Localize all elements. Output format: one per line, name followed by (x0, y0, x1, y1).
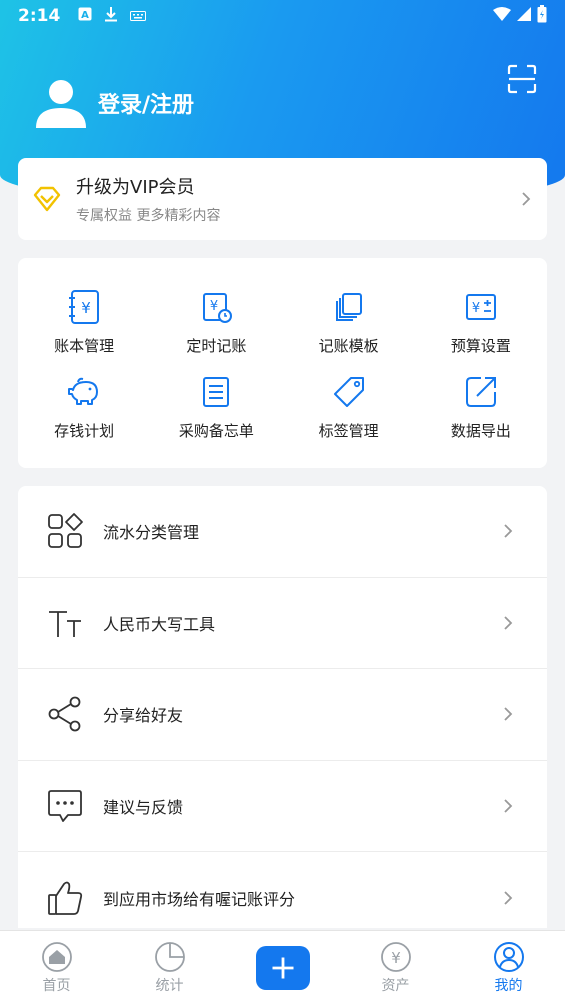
grid-label: 账本管理 (54, 337, 115, 355)
vip-title: 升级为VIP会员 (76, 177, 195, 198)
bottom-tab-bar: 首页 统计 ¥ 资产 我的 (0, 930, 565, 1004)
profile-icon (493, 941, 524, 972)
piggy-bank-icon (68, 377, 99, 405)
grid-item-budget[interactable]: ¥ 预算设置 (415, 280, 547, 365)
keyboard-icon (130, 6, 147, 26)
home-icon (41, 941, 72, 972)
share-icon (48, 696, 81, 732)
scan-icon[interactable] (507, 64, 537, 94)
tab-add[interactable] (226, 931, 339, 1004)
grid-label: 数据导出 (450, 422, 511, 440)
battery-icon (537, 4, 547, 28)
grid-label: 记账模板 (318, 337, 379, 355)
avatar-icon (36, 80, 86, 128)
list-item-label: 人民币大写工具 (103, 614, 216, 634)
settings-list: 流水分类管理 人民币大写工具 分享给好友 建议与反馈 到应用市场给有喔记账评分 (18, 486, 547, 928)
template-icon (335, 293, 362, 321)
status-bar: 2:14 A (0, 0, 565, 32)
tab-statistics[interactable]: 统计 (113, 931, 226, 1004)
chevron-right-icon (504, 524, 513, 538)
pie-chart-icon (154, 941, 185, 972)
login-entry[interactable]: 登录/注册 (34, 76, 194, 130)
plus-icon (272, 957, 293, 978)
download-icon (104, 6, 118, 27)
grid-item-export[interactable]: 数据导出 (415, 365, 547, 450)
list-item-rmb-tool[interactable]: 人民币大写工具 (18, 578, 547, 669)
signal-icon (517, 6, 531, 26)
list-item-label: 分享给好友 (103, 706, 184, 726)
list-item-label: 流水分类管理 (103, 523, 200, 543)
feature-grid: ¥ 账本管理 ¥ 定时记账 记账模板 ¥ 预算设置 存钱计划 采购备忘单 标签管… (18, 258, 547, 468)
svg-text:¥: ¥ (81, 299, 91, 317)
tag-icon (333, 377, 364, 407)
chevron-right-icon (504, 891, 513, 905)
tab-label: 首页 (42, 977, 71, 994)
chevron-right-icon (504, 707, 513, 721)
budget-icon: ¥ (465, 294, 496, 320)
tab-mine[interactable]: 我的 (452, 931, 565, 1004)
export-icon (465, 377, 496, 407)
list-item-share[interactable]: 分享给好友 (18, 669, 547, 761)
tab-assets[interactable]: ¥ 资产 (339, 931, 452, 1004)
tab-home[interactable]: 首页 (0, 931, 113, 1004)
tab-label: 统计 (155, 977, 184, 994)
grid-label: 存钱计划 (54, 422, 115, 440)
svg-text:A: A (81, 10, 89, 21)
scheduled-bill-icon: ¥ (203, 293, 233, 323)
status-time: 2:14 (18, 6, 61, 26)
svg-text:¥: ¥ (210, 299, 218, 314)
grid-item-ledger[interactable]: ¥ 账本管理 (18, 280, 150, 365)
chevron-right-icon (504, 799, 513, 813)
vip-upgrade-card[interactable]: 升级为VIP会员 专属权益 更多精彩内容 (18, 158, 547, 240)
notification-a-icon: A (78, 6, 92, 26)
grid-item-memo[interactable]: 采购备忘单 (150, 365, 282, 450)
ledger-icon: ¥ (69, 290, 100, 324)
list-item-label: 到应用市场给有喔记账评分 (103, 889, 296, 909)
memo-list-icon (203, 377, 230, 407)
list-item-feedback[interactable]: 建议与反馈 (18, 761, 547, 852)
diamond-icon (33, 186, 61, 212)
thumbs-up-icon (48, 881, 83, 915)
yuan-icon: ¥ (380, 941, 411, 972)
chevron-right-icon (522, 192, 531, 206)
login-register-label: 登录/注册 (98, 93, 195, 118)
add-record-button[interactable] (255, 945, 310, 990)
grid-label: 标签管理 (318, 422, 379, 440)
text-size-icon (49, 610, 81, 637)
grid-label: 采购备忘单 (178, 422, 254, 440)
list-item-category[interactable]: 流水分类管理 (18, 486, 547, 578)
vip-subtitle: 专属权益 更多精彩内容 (76, 208, 221, 224)
grid-item-scheduled[interactable]: ¥ 定时记账 (150, 280, 282, 365)
wifi-icon (493, 6, 511, 26)
grid-item-tags[interactable]: 标签管理 (283, 365, 415, 450)
svg-text:¥: ¥ (472, 301, 480, 316)
grid-item-template[interactable]: 记账模板 (283, 280, 415, 365)
svg-text:¥: ¥ (391, 949, 401, 967)
tab-label: 资产 (381, 977, 410, 994)
chevron-right-icon (504, 616, 513, 630)
tab-label: 我的 (494, 977, 523, 994)
grid-item-savings[interactable]: 存钱计划 (18, 365, 150, 450)
category-icon (48, 513, 83, 549)
grid-label: 定时记账 (186, 337, 247, 355)
list-item-label: 建议与反馈 (103, 797, 184, 817)
grid-label: 预算设置 (450, 337, 511, 355)
feedback-icon (48, 789, 82, 822)
